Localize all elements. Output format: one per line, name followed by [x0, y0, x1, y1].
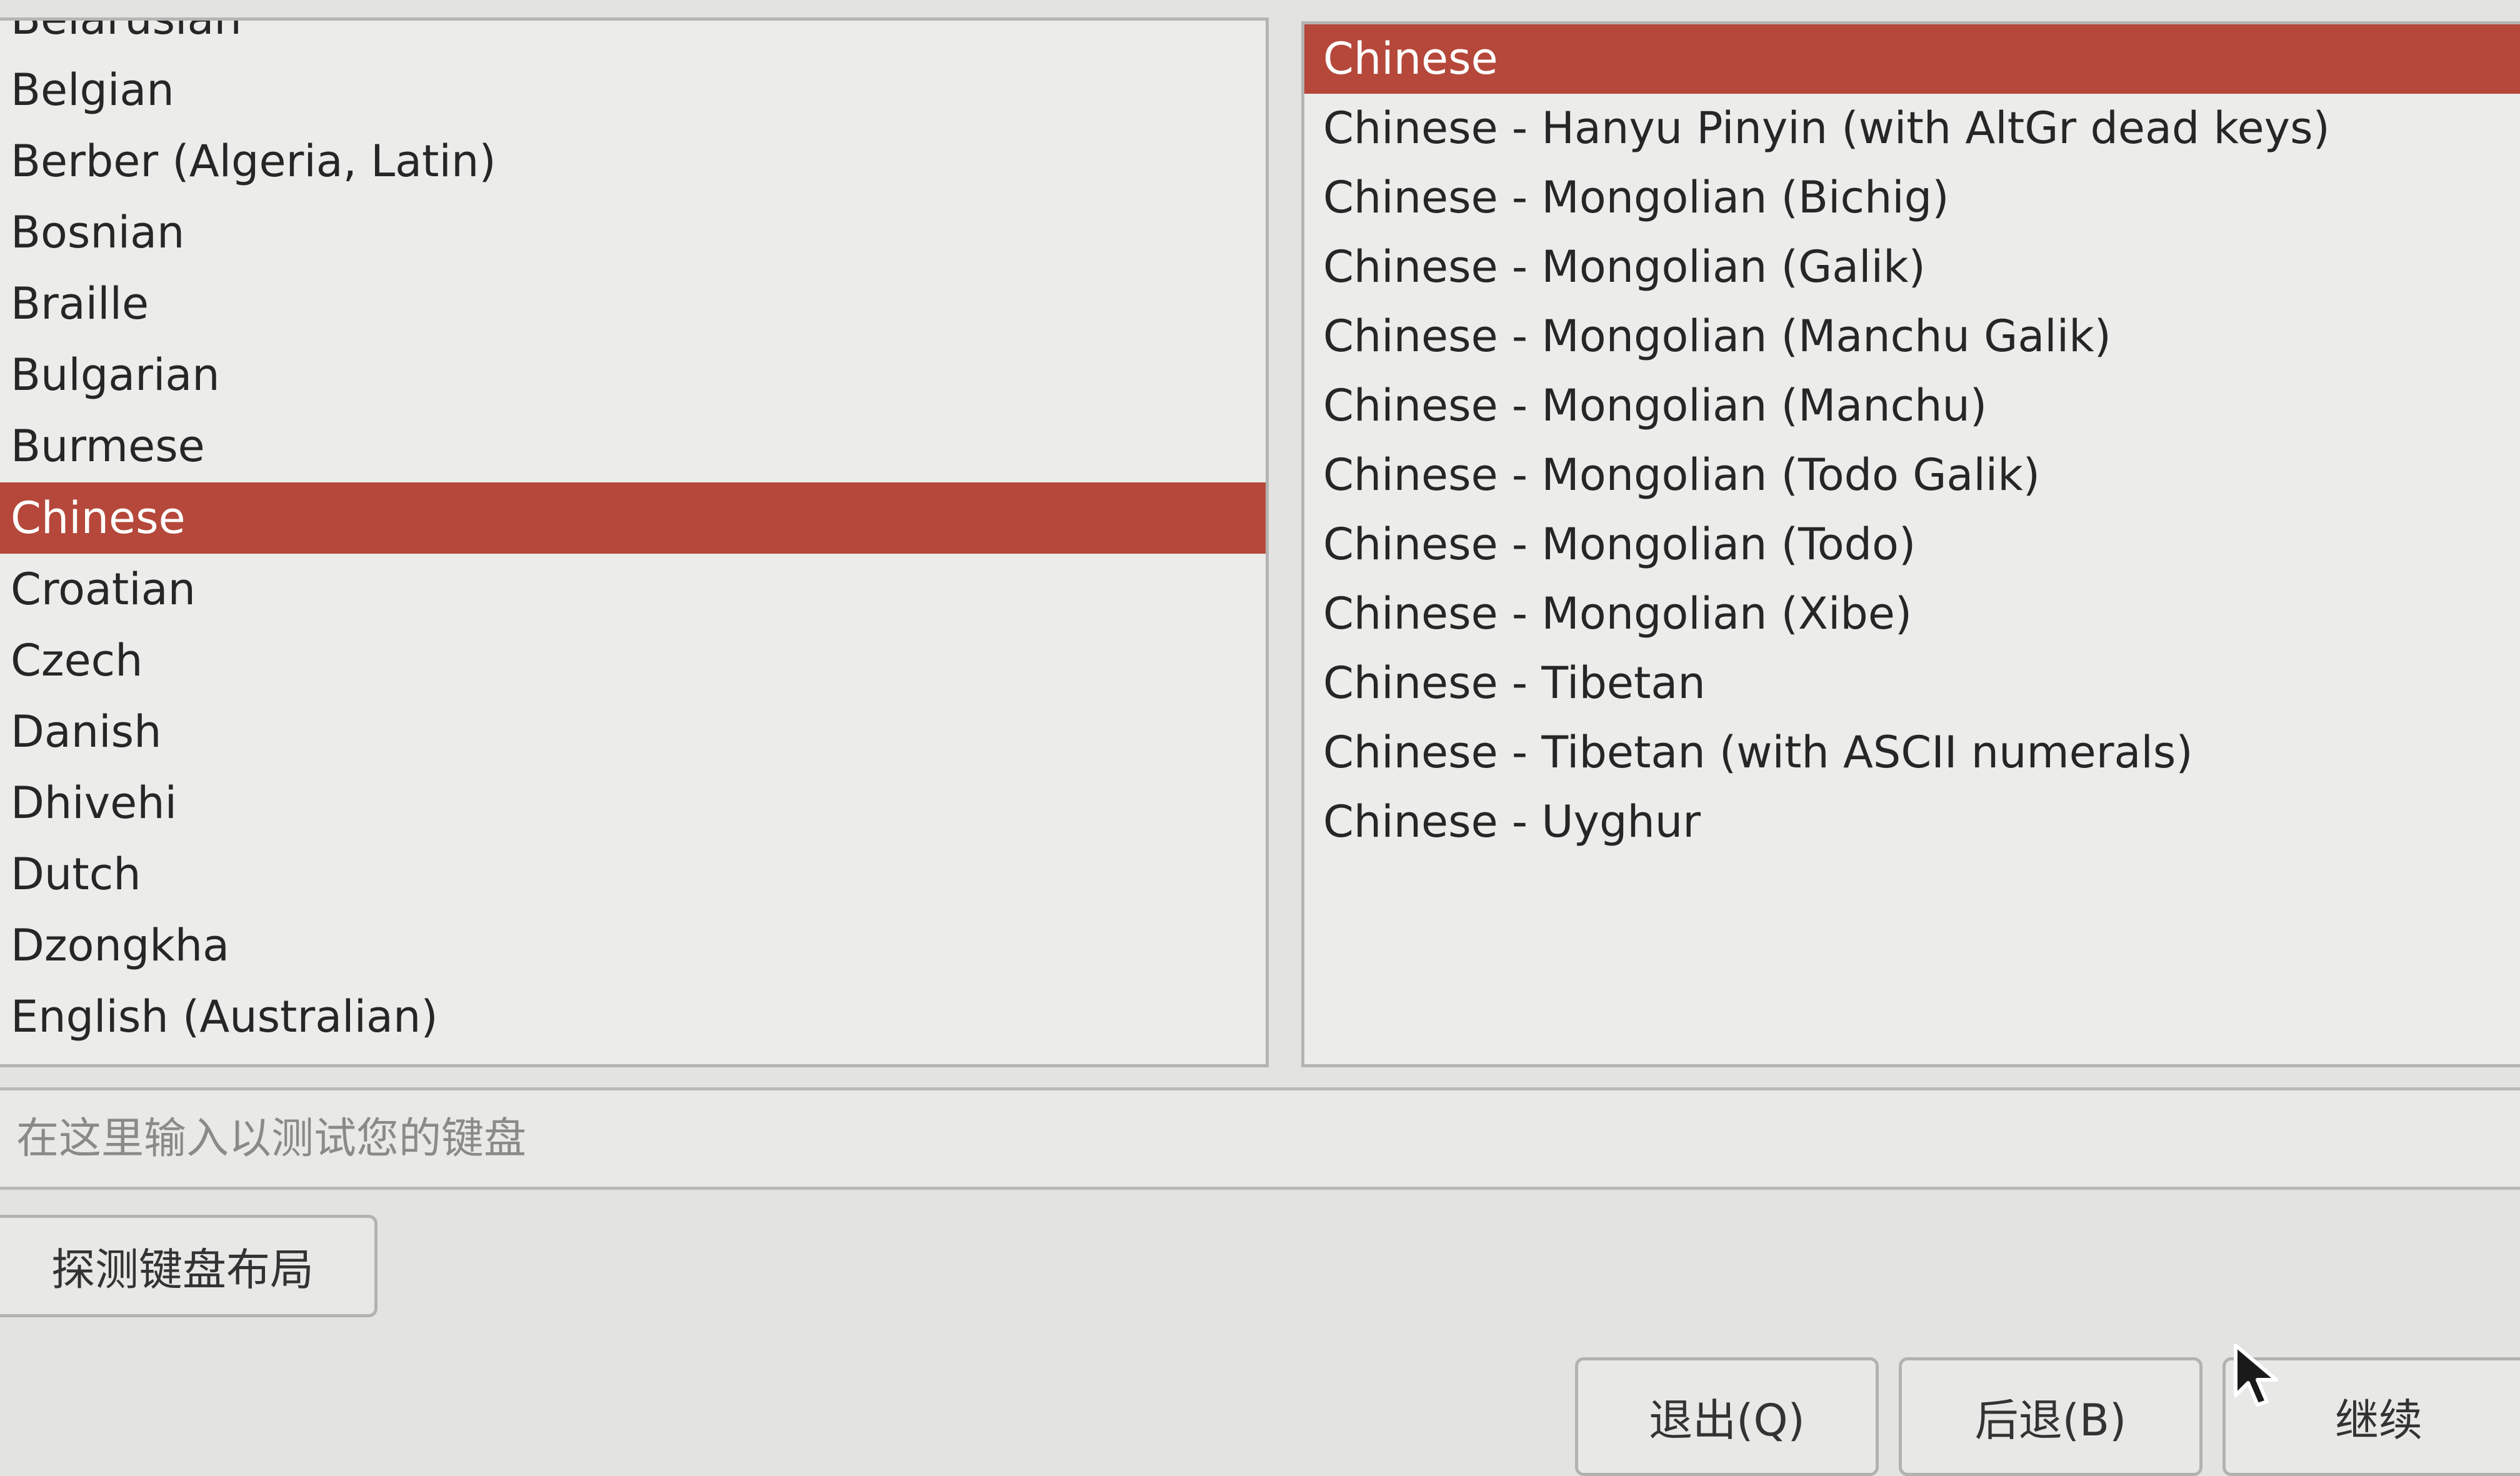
- mouse-pointer-icon: [2234, 1344, 2278, 1407]
- variant-item-mongolian-manchu[interactable]: Chinese - Mongolian (Manchu): [1304, 371, 2520, 441]
- variant-item-mongolian-bichig[interactable]: Chinese - Mongolian (Bichig): [1304, 163, 2520, 232]
- variant-item-chinese[interactable]: Chinese: [1304, 24, 2520, 94]
- variant-item-mongolian-todo[interactable]: Chinese - Mongolian (Todo): [1304, 510, 2520, 579]
- layout-item-berber[interactable]: Berber (Algeria, Latin): [0, 126, 1266, 197]
- detect-keyboard-layout-button[interactable]: 探测键盘布局: [0, 1215, 378, 1317]
- layout-item-bulgarian[interactable]: Bulgarian: [0, 339, 1266, 411]
- variant-item-hanyu-pinyin[interactable]: Chinese - Hanyu Pinyin (with AltGr dead …: [1304, 94, 2520, 163]
- variant-item-mongolian-todo-galik[interactable]: Chinese - Mongolian (Todo Galik): [1304, 441, 2520, 510]
- layout-item-bosnian[interactable]: Bosnian: [0, 197, 1266, 268]
- variant-item-tibetan[interactable]: Chinese - Tibetan: [1304, 649, 2520, 718]
- keyboard-variant-list[interactable]: Chinese Chinese - Hanyu Pinyin (with Alt…: [1301, 21, 2520, 1067]
- variant-list-items: Chinese Chinese - Hanyu Pinyin (with Alt…: [1304, 24, 2520, 857]
- layout-item-belgian[interactable]: Belgian: [0, 54, 1266, 126]
- layout-item-burmese[interactable]: Burmese: [0, 411, 1266, 482]
- layout-item-czech[interactable]: Czech: [0, 625, 1266, 696]
- variant-item-mongolian-xibe[interactable]: Chinese - Mongolian (Xibe): [1304, 579, 2520, 649]
- layout-item-braille[interactable]: Braille: [0, 268, 1266, 339]
- layout-item-chinese[interactable]: Chinese: [0, 482, 1266, 554]
- variant-item-mongolian-manchu-galik[interactable]: Chinese - Mongolian (Manchu Galik): [1304, 302, 2520, 371]
- layout-item-dzongkha[interactable]: Dzongkha: [0, 910, 1266, 981]
- layout-item-danish[interactable]: Danish: [0, 696, 1266, 767]
- variant-item-tibetan-ascii[interactable]: Chinese - Tibetan (with ASCII numerals): [1304, 718, 2520, 787]
- layout-item-belarusian[interactable]: Belarusian: [0, 21, 1266, 54]
- quit-button[interactable]: 退出(Q): [1575, 1357, 1879, 1476]
- variant-item-uyghur[interactable]: Chinese - Uyghur: [1304, 787, 2520, 857]
- keyboard-test-input[interactable]: [0, 1087, 2520, 1190]
- layout-item-dhivehi[interactable]: Dhivehi: [0, 767, 1266, 839]
- layout-item-english-australian[interactable]: English (Australian): [0, 981, 1266, 1052]
- variant-item-mongolian-galik[interactable]: Chinese - Mongolian (Galik): [1304, 232, 2520, 302]
- keyboard-layout-list[interactable]: Belarusian Belgian Berber (Algeria, Lati…: [0, 17, 1269, 1067]
- layout-item-dutch[interactable]: Dutch: [0, 839, 1266, 910]
- layout-list-items: Belarusian Belgian Berber (Algeria, Lati…: [0, 21, 1266, 1052]
- layout-item-croatian[interactable]: Croatian: [0, 554, 1266, 625]
- back-button[interactable]: 后退(B): [1899, 1357, 2202, 1476]
